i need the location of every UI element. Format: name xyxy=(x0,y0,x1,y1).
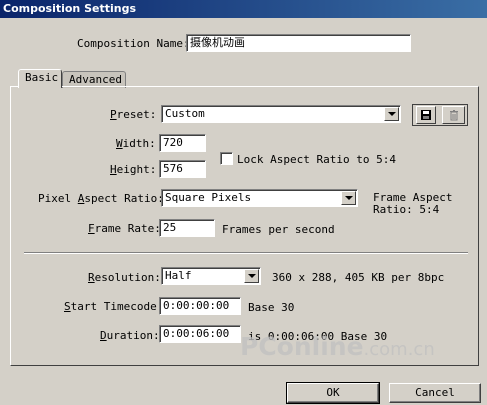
preset-dropdown[interactable]: Custom xyxy=(161,105,401,123)
start-timecode-label: Start Timecode: xyxy=(64,300,164,313)
save-preset-button[interactable] xyxy=(416,106,436,124)
height-label: Height: xyxy=(110,163,157,176)
duration-label: Duration: xyxy=(100,329,160,342)
preset-label: Preset: xyxy=(110,108,157,121)
frame-rate-input[interactable]: 25 xyxy=(159,219,215,237)
preset-value: Custom xyxy=(165,107,205,120)
save-icon xyxy=(421,110,431,120)
frame-rate-unit: Frames per second xyxy=(222,223,335,236)
window-title: Composition Settings xyxy=(0,0,487,18)
frame-rate-label: Frame Rate: xyxy=(88,222,161,235)
start-timecode-base: Base 30 xyxy=(248,301,295,314)
composition-name-label: Composition Name: xyxy=(77,37,190,50)
duration-input[interactable]: 0:00:06:00 xyxy=(159,325,241,343)
resolution-info: 360 x 288, 405 KB per 8bpc xyxy=(272,271,445,284)
chevron-down-icon xyxy=(341,191,356,205)
width-label: Width: xyxy=(116,137,156,150)
lock-aspect-label: Lock Aspect Ratio to 5:4 xyxy=(237,153,396,166)
resolution-dropdown[interactable]: Half xyxy=(161,267,261,285)
ok-button[interactable]: OK xyxy=(286,382,380,404)
separator xyxy=(24,252,468,254)
pixel-aspect-value: Square Pixels xyxy=(165,191,252,204)
delete-preset-button[interactable] xyxy=(442,106,465,124)
height-input[interactable]: 576 xyxy=(159,160,206,178)
chevron-down-icon xyxy=(244,269,259,283)
resolution-label: Resolution: xyxy=(88,271,161,284)
pixel-aspect-dropdown[interactable]: Square Pixels xyxy=(161,189,358,207)
width-input[interactable]: 720 xyxy=(159,134,206,152)
cancel-button[interactable]: Cancel xyxy=(389,383,481,403)
composition-name-input[interactable]: 摄像机动画 xyxy=(186,34,411,52)
pixel-aspect-label: Pixel Aspect Ratio: xyxy=(38,192,164,205)
watermark-logo: PConline.com.cn xyxy=(240,332,435,361)
chevron-down-icon xyxy=(384,107,399,121)
frame-aspect-line2: Ratio: 5:4 xyxy=(373,203,440,216)
start-timecode-input[interactable]: 0:00:00:00 xyxy=(159,297,241,315)
resolution-value: Half xyxy=(165,269,192,282)
lock-aspect-checkbox[interactable] xyxy=(220,152,233,165)
tab-basic[interactable]: Basic xyxy=(18,69,62,88)
trash-icon xyxy=(449,110,458,121)
